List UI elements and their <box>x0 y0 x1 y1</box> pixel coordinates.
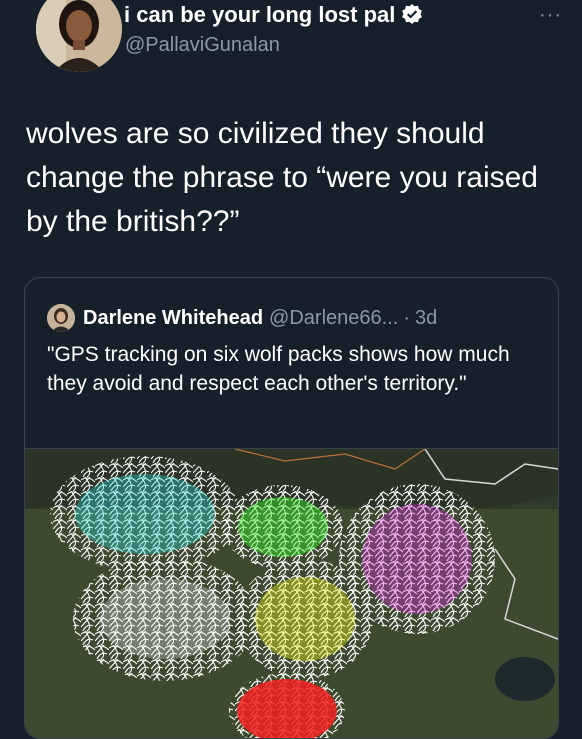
quoted-tweet-card[interactable]: Darlene Whitehead @Darlene66... · 3d "GP… <box>24 277 559 739</box>
more-options-icon[interactable]: ··· <box>539 4 562 27</box>
quoted-author-avatar-image <box>47 304 75 332</box>
wolf-territory-map-image <box>25 449 558 738</box>
quoted-author-avatar[interactable] <box>47 304 75 332</box>
author-display-name[interactable]: i can be your long lost pal <box>124 2 423 28</box>
quoted-author-handle[interactable]: @Darlene66... <box>269 307 398 330</box>
author-display-name-text: i can be your long lost pal <box>124 2 396 27</box>
white-pack-territory <box>73 557 257 681</box>
quoted-tweet-header: Darlene Whitehead @Darlene66... · 3d <box>47 303 437 333</box>
green-pack-territory <box>223 485 343 569</box>
yellow-pack-territory <box>237 559 373 679</box>
cyan-pack-territory <box>50 456 240 572</box>
author-avatar[interactable] <box>36 0 122 72</box>
author-handle[interactable]: @PallaviGunalan <box>125 34 280 57</box>
quoted-tweet-text: "GPS tracking on six wolf packs shows ho… <box>47 343 510 395</box>
quoted-timestamp[interactable]: 3d <box>415 307 437 330</box>
quoted-author-name[interactable]: Darlene Whitehead <box>83 307 263 330</box>
tweet-text: wolves are so civilized they should chan… <box>26 117 538 238</box>
quoted-tweet-media-map[interactable] <box>25 448 558 738</box>
quoted-separator: · <box>403 306 410 329</box>
author-avatar-image <box>36 0 122 72</box>
verified-badge-icon <box>402 4 423 24</box>
